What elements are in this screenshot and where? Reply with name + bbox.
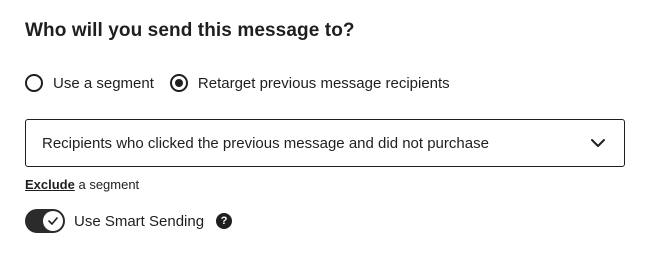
question-circle-icon[interactable]: ? (216, 213, 233, 229)
page-title: Who will you send this message to? (25, 20, 355, 41)
audience-radio-group: Use a segment Retarget previous message … (25, 72, 466, 94)
exclude-segment-row: Exclude a segment (25, 177, 139, 192)
radio-button-selected[interactable] (169, 74, 188, 92)
smart-sending-toggle[interactable] (25, 209, 65, 233)
exclude-suffix: a segment (74, 177, 140, 192)
radio-retarget-recipients[interactable]: Retarget previous message recipients (169, 74, 450, 92)
radio-label-retarget: Retarget previous message recipients (197, 74, 450, 92)
radio-use-segment[interactable]: Use a segment (25, 74, 154, 92)
smart-sending-row: Use Smart Sending ? (25, 208, 233, 234)
radio-selected-dot (174, 79, 183, 87)
radio-label-use-segment: Use a segment (53, 74, 154, 92)
toggle-knob (43, 211, 63, 231)
chevron-down-icon (590, 138, 606, 148)
check-icon (48, 217, 58, 225)
recipients-dropdown-value: Recipients who clicked the previous mess… (42, 134, 489, 152)
recipients-dropdown[interactable]: Recipients who clicked the previous mess… (25, 119, 625, 167)
exclude-link[interactable]: Exclude (25, 177, 75, 192)
smart-sending-label: Use Smart Sending (74, 212, 205, 230)
radio-button-unselected[interactable] (25, 74, 43, 92)
